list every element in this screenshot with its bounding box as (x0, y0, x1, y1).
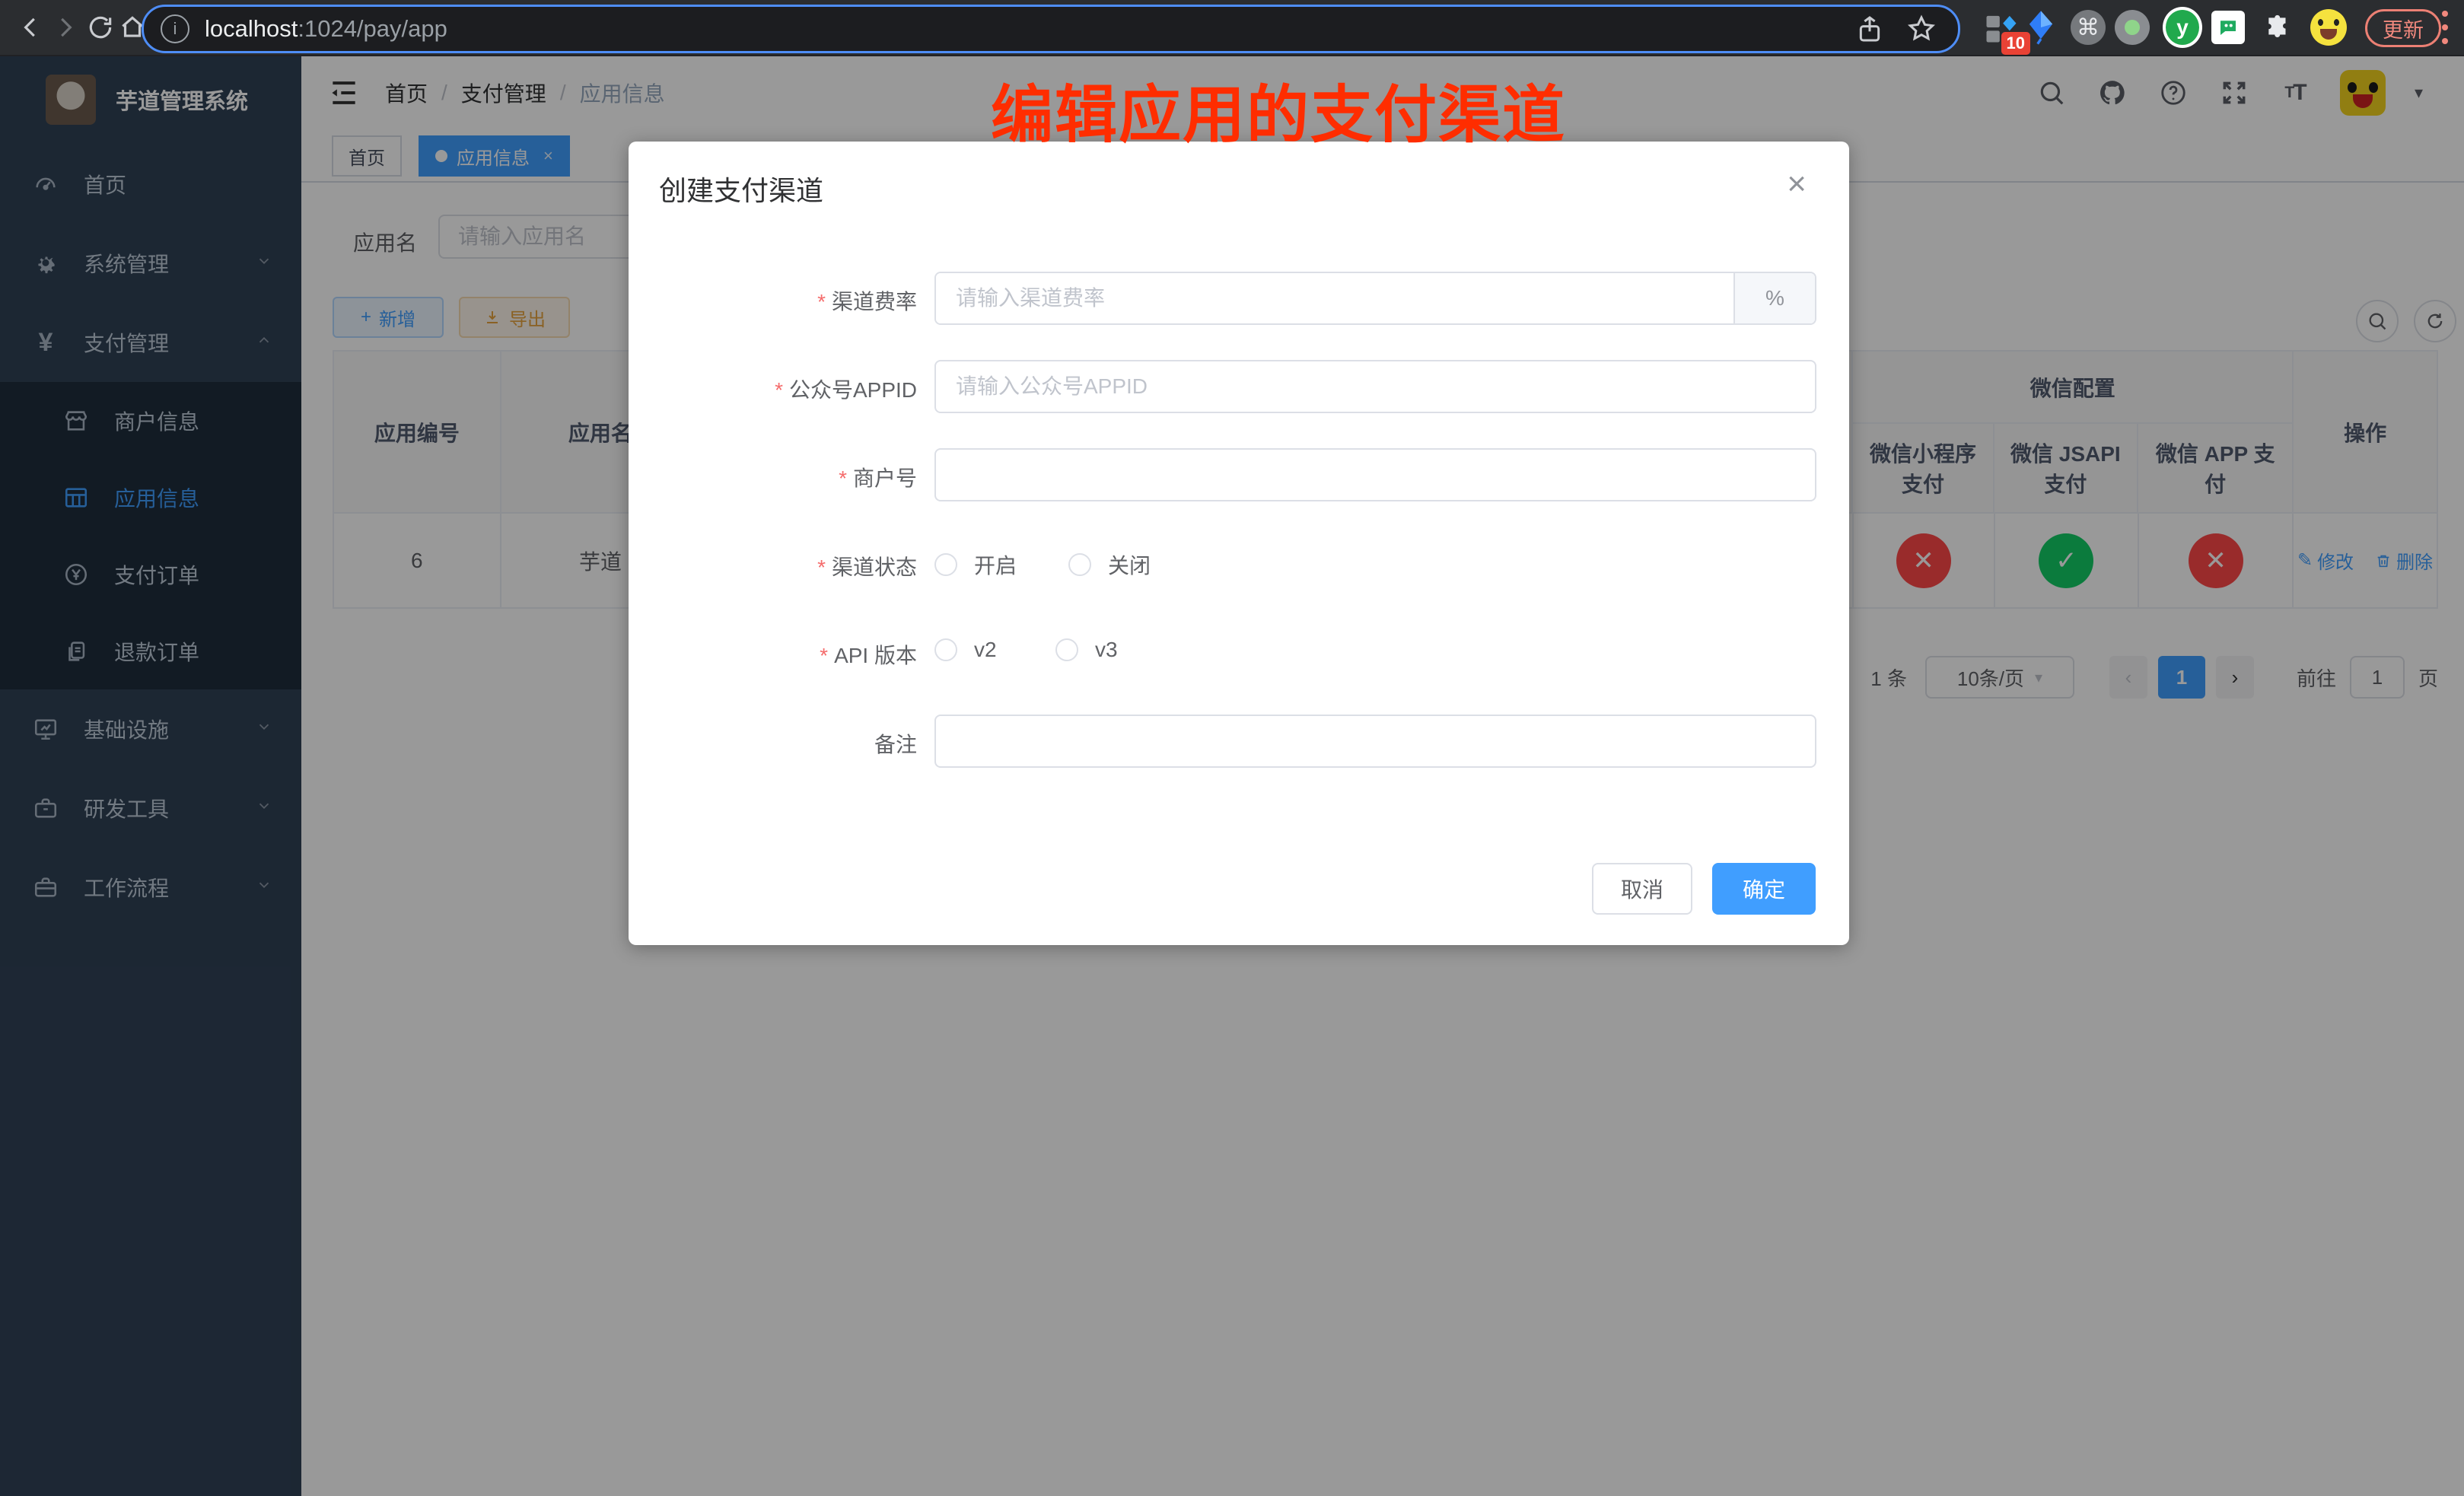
extension-command-icon[interactable]: ⌘ (2068, 8, 2108, 47)
extension-chat-icon[interactable] (2208, 8, 2248, 47)
status-closed-radio[interactable]: 关闭 (1068, 549, 1151, 580)
bookmark-star-icon[interactable] (1906, 14, 1937, 44)
required-asterisk: * (817, 555, 826, 579)
api-v3-radio[interactable]: v3 (1055, 638, 1118, 662)
site-info-icon[interactable]: i (161, 14, 189, 43)
rate-input[interactable] (936, 273, 1733, 323)
browser-back-icon[interactable] (14, 11, 47, 44)
form-row-mchid: *商户号 (629, 448, 1849, 501)
dialog-close-icon[interactable]: × (1787, 167, 1807, 201)
extensions-puzzle-icon[interactable] (2259, 8, 2298, 47)
url-text[interactable]: localhost:1024/pay/app (205, 15, 447, 43)
field-label: *商户号 (629, 462, 917, 492)
confirm-button[interactable]: 确定 (1712, 863, 1816, 915)
field-label: *渠道费率 (629, 285, 917, 316)
remark-input[interactable] (934, 715, 1816, 768)
radio-circle-icon (934, 638, 957, 661)
browser-chrome: i localhost:1024/pay/app 10 ⌘ y (0, 0, 2464, 56)
screen: i localhost:1024/pay/app 10 ⌘ y (0, 0, 2464, 1496)
extension-kite-icon[interactable] (2021, 8, 2061, 47)
extension-recorder-icon[interactable] (2112, 8, 2152, 47)
field-label: 备注 (629, 728, 917, 759)
appid-input[interactable] (934, 360, 1816, 413)
merchant-id-input[interactable] (934, 448, 1816, 501)
form-row-status: *渠道状态 开启 关闭 (629, 549, 1849, 577)
radio-circle-icon (934, 553, 957, 576)
share-icon[interactable] (1854, 14, 1885, 44)
create-channel-dialog: 创建支付渠道 × *渠道费率 % *公众号APPID *商户号 *渠道状态 开启… (629, 142, 1849, 945)
annotation-text: 编辑应用的支付渠道 (991, 64, 1566, 154)
status-open-radio[interactable]: 开启 (934, 549, 1017, 580)
url-path: :1024/pay/app (298, 15, 447, 42)
rate-input-group: % (934, 272, 1816, 325)
extension-tabs-icon[interactable]: 10 (1982, 8, 2021, 47)
radio-circle-icon (1055, 638, 1078, 661)
required-asterisk: * (839, 466, 847, 490)
field-label: *公众号APPID (629, 374, 917, 404)
required-asterisk: * (775, 378, 783, 402)
form-row-rate: *渠道费率 % (629, 272, 1849, 325)
required-asterisk: * (820, 644, 828, 667)
browser-menu-icon[interactable] (2440, 11, 2450, 44)
field-label: *API 版本 (629, 639, 917, 670)
form-row-appid: *公众号APPID (629, 360, 1849, 413)
percent-append: % (1733, 273, 1815, 323)
api-v2-radio[interactable]: v2 (934, 638, 997, 662)
radio-circle-icon (1068, 553, 1091, 576)
form-row-api: *API 版本 v2 v3 (629, 638, 1849, 665)
url-bar[interactable]: i localhost:1024/pay/app (142, 5, 1960, 53)
url-host: localhost (205, 15, 298, 42)
cancel-button[interactable]: 取消 (1592, 863, 1692, 915)
form-row-remark: 备注 (629, 715, 1849, 768)
browser-reload-icon[interactable] (84, 11, 117, 44)
extension-y-icon[interactable]: y (2163, 8, 2202, 47)
required-asterisk: * (817, 290, 826, 314)
browser-profile-avatar[interactable] (2309, 8, 2348, 47)
dialog-title: 创建支付渠道 (659, 169, 823, 208)
browser-forward-icon[interactable] (49, 11, 82, 44)
field-label: *渠道状态 (629, 551, 917, 581)
browser-update-button[interactable]: 更新 (2365, 9, 2441, 47)
